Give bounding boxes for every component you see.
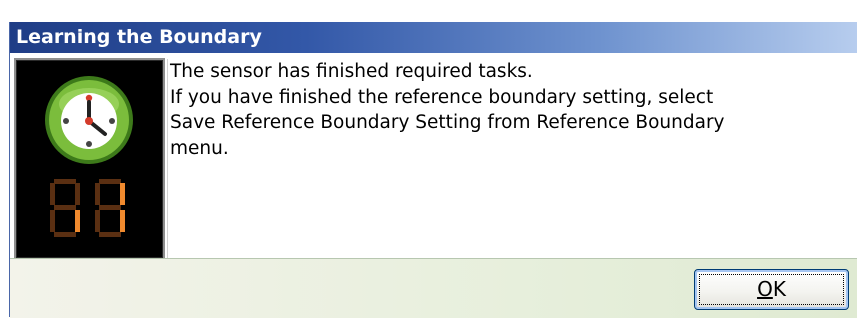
ok-label-rest: K bbox=[772, 277, 786, 301]
ok-mnemonic: O bbox=[757, 277, 773, 301]
message-line: The sensor has finished required tasks. bbox=[170, 61, 533, 82]
ok-button-label: OK bbox=[757, 277, 786, 301]
dialog-content: The sensor has finished required tasks. … bbox=[10, 53, 857, 279]
seven-segment-counter bbox=[50, 179, 125, 237]
message-line: menu. bbox=[170, 137, 229, 159]
ok-button[interactable]: OK bbox=[694, 269, 849, 310]
dialog-title: Learning the Boundary bbox=[10, 22, 857, 53]
message-dialog: Learning the Boundary The sensor has fin… bbox=[9, 22, 857, 318]
timer-icon-panel bbox=[14, 58, 165, 260]
dialog-footer: OK bbox=[10, 258, 857, 318]
dialog-message: The sensor has finished required tasks. … bbox=[167, 59, 852, 260]
message-line: Save Reference Boundary Setting from Ref… bbox=[170, 112, 725, 133]
message-line: If you have finished the reference bound… bbox=[170, 86, 714, 108]
clock-icon bbox=[45, 76, 133, 164]
